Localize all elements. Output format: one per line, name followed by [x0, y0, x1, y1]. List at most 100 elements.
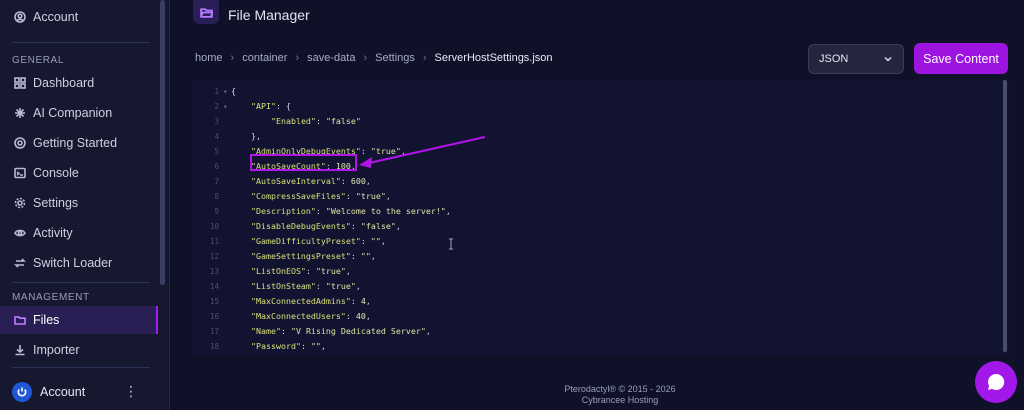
- editor-scrollbar[interactable]: [1003, 80, 1007, 352]
- code-line[interactable]: "MaxConnectedUsers": 40,: [231, 311, 371, 321]
- sidebar-item-dashboard[interactable]: Dashboard: [0, 69, 158, 97]
- line-number: 17: [209, 327, 219, 336]
- folder-icon: [14, 314, 26, 326]
- language-mode-select[interactable]: JSON: [808, 44, 904, 74]
- breadcrumb-item-settings[interactable]: Settings: [375, 52, 415, 64]
- text-cursor-icon: [449, 238, 453, 250]
- breadcrumb: home › container › save-data › Settings …: [195, 52, 553, 64]
- line-number: 5: [214, 147, 219, 156]
- annotation-highlight-box: [250, 154, 357, 171]
- line-number: 7: [214, 177, 219, 186]
- folder-open-icon: [193, 0, 219, 24]
- sidebar-item-settings[interactable]: Settings: [0, 189, 158, 217]
- section-general: GENERAL: [12, 55, 64, 66]
- sidebar-scrollbar[interactable]: [160, 0, 165, 285]
- line-number: 14: [209, 282, 219, 291]
- sidebar-item-label: Console: [33, 166, 79, 180]
- sidebar-item-label: Importer: [33, 343, 80, 357]
- chevron-right-icon: ›: [230, 52, 235, 64]
- user-circle-icon: [14, 11, 26, 23]
- line-number: 2: [214, 102, 219, 111]
- gear-icon: [14, 197, 26, 209]
- breadcrumb-item-container[interactable]: container: [242, 52, 287, 64]
- code-line[interactable]: "Enabled": "false": [231, 116, 361, 126]
- sidebar-item-label: Switch Loader: [33, 256, 113, 270]
- sidebar: Account GENERAL Dashboard AI Companion G…: [0, 0, 170, 410]
- code-line[interactable]: "DisableDebugEvents": "false",: [231, 221, 401, 231]
- line-number: 12: [209, 252, 219, 261]
- line-number: 11: [209, 237, 219, 246]
- sidebar-divider: [12, 367, 150, 368]
- sidebar-item-label: Getting Started: [33, 136, 118, 150]
- sidebar-item-ai-companion[interactable]: AI Companion: [0, 99, 158, 127]
- chevron-right-icon: ›: [422, 52, 427, 64]
- sidebar-item-importer[interactable]: Importer: [0, 336, 158, 364]
- code-line[interactable]: "AutoSaveInterval": 600,: [231, 176, 371, 186]
- line-number: 16: [209, 312, 219, 321]
- page-title: File Manager: [228, 7, 310, 23]
- section-management: MANAGEMENT: [12, 292, 90, 303]
- sidebar-item-activity[interactable]: Activity: [0, 219, 158, 247]
- code-editor[interactable]: 1▾2▾345678910111213141516171819 { "API":…: [193, 80, 1009, 356]
- sidebar-item-console[interactable]: Console: [0, 159, 158, 187]
- line-number: 1: [214, 87, 219, 96]
- sidebar-divider: [12, 282, 150, 283]
- footer: Pterodactyl® © 2015 - 2026 Cybrancee Hos…: [530, 384, 710, 406]
- sidebar-item-switch-loader[interactable]: Switch Loader: [0, 249, 158, 277]
- code-line[interactable]: "CompressSaveFiles": "true",: [231, 191, 391, 201]
- download-icon: [14, 344, 26, 356]
- switch-icon: [14, 257, 26, 269]
- footer-copyright: Pterodactyl® © 2015 - 2026: [564, 384, 676, 394]
- sidebar-item-label: Account: [33, 10, 79, 24]
- breadcrumb-current-file: ServerHostSettings.json: [434, 52, 553, 64]
- account-menu[interactable]: Account ⋮: [12, 380, 158, 404]
- kebab-menu-icon[interactable]: ⋮: [124, 384, 138, 398]
- sidebar-item-account[interactable]: Account: [0, 3, 158, 31]
- code-line[interactable]: "Password": "",: [231, 341, 326, 351]
- editor-gutter: 1▾2▾345678910111213141516171819: [193, 80, 229, 356]
- sparkle-icon: [14, 107, 26, 119]
- power-logo-icon: [12, 382, 32, 402]
- chevron-right-icon: ›: [295, 52, 300, 64]
- code-line[interactable]: "GameDifficultyPreset": "",: [231, 236, 386, 246]
- dashboard-icon: [14, 77, 26, 89]
- line-number: 4: [214, 132, 219, 141]
- chat-widget-button[interactable]: [975, 361, 1017, 403]
- code-line[interactable]: "API": {: [231, 101, 291, 111]
- code-line[interactable]: "Name": "V Rising Dedicated Server",: [231, 326, 431, 336]
- account-label: Account: [40, 385, 86, 399]
- fold-toggle-icon[interactable]: ▾: [223, 87, 228, 96]
- line-number: 6: [214, 162, 219, 171]
- code-line[interactable]: "GameSettingsPreset": "",: [231, 251, 376, 261]
- sidebar-item-label: AI Companion: [33, 106, 113, 120]
- code-line[interactable]: "ListOnSteam": "true",: [231, 281, 361, 291]
- line-number: 3: [214, 117, 219, 126]
- fold-toggle-icon[interactable]: ▾: [223, 102, 228, 111]
- line-number: 18: [209, 342, 219, 351]
- terminal-icon: [14, 167, 26, 179]
- sidebar-item-files[interactable]: Files: [0, 306, 158, 334]
- line-number: 9: [214, 207, 219, 216]
- save-content-button[interactable]: Save Content: [914, 43, 1008, 74]
- line-number: 10: [209, 222, 219, 231]
- chevron-down-icon: [884, 56, 892, 62]
- code-line[interactable]: "Description": "Welcome to the server!",: [231, 206, 451, 216]
- chevron-right-icon: ›: [363, 52, 368, 64]
- sidebar-item-label: Settings: [33, 196, 79, 210]
- breadcrumb-item-home[interactable]: home: [195, 52, 223, 64]
- line-number: 15: [209, 297, 219, 306]
- code-line[interactable]: "ListOnEOS": "true",: [231, 266, 351, 276]
- sidebar-item-getting-started[interactable]: Getting Started: [0, 129, 158, 157]
- code-line[interactable]: "MaxConnectedAdmins": 4,: [231, 296, 371, 306]
- code-line[interactable]: },: [231, 131, 261, 141]
- select-value: JSON: [819, 53, 849, 65]
- code-line[interactable]: {: [231, 86, 236, 96]
- footer-host: Cybrancee Hosting: [581, 395, 659, 405]
- breadcrumb-item-save-data[interactable]: save-data: [307, 52, 355, 64]
- sidebar-item-label: Activity: [33, 226, 73, 240]
- line-number: 13: [209, 267, 219, 276]
- sidebar-item-label: Dashboard: [33, 76, 95, 90]
- line-number: 8: [214, 192, 219, 201]
- annotation-arrow-icon: [359, 136, 486, 168]
- lifebuoy-icon: [14, 137, 26, 149]
